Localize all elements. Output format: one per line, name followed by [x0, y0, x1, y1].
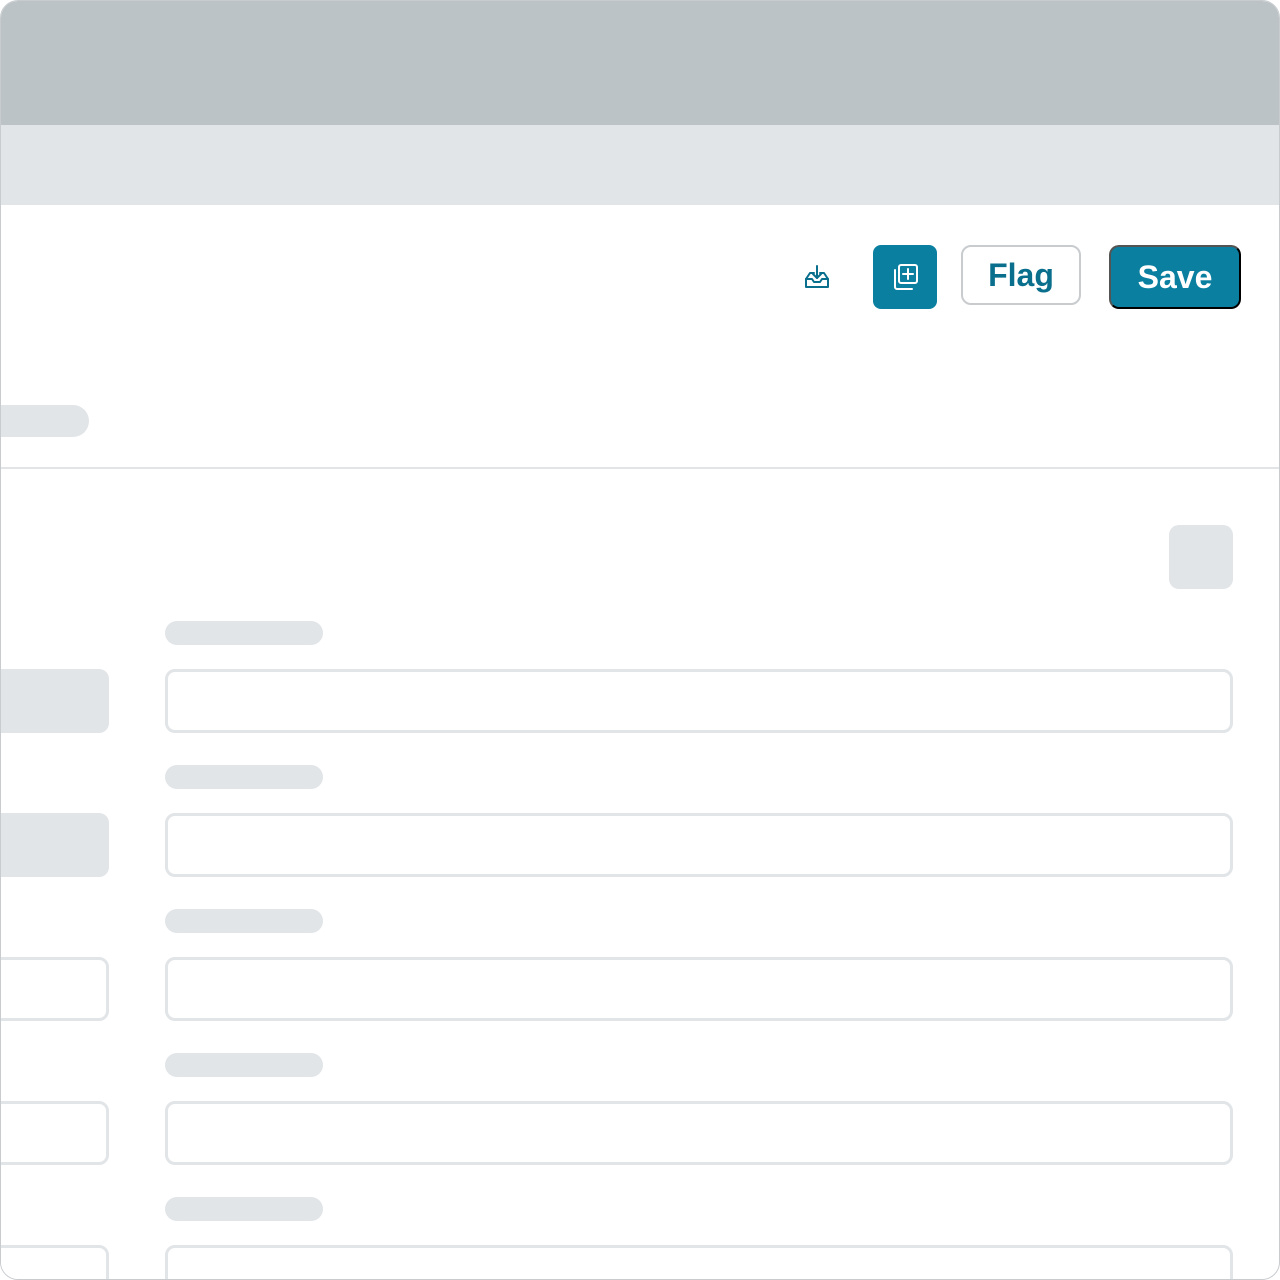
add-copy-icon	[894, 264, 918, 290]
text-field-2[interactable]	[165, 813, 1233, 877]
flag-button[interactable]: Flag	[961, 245, 1081, 305]
save-button[interactable]: Save	[1109, 245, 1241, 309]
title-placeholder	[1, 405, 89, 437]
field-label-placeholder	[165, 621, 323, 645]
side-field[interactable]	[1, 1245, 109, 1279]
import-button[interactable]	[785, 245, 849, 309]
section-action-placeholder	[1169, 525, 1233, 589]
text-field-4[interactable]	[165, 1101, 1233, 1165]
header-toolbar: Flag Save	[1, 205, 1279, 469]
field-label-placeholder	[165, 1197, 323, 1221]
field-label-placeholder	[165, 909, 323, 933]
nav-bar-placeholder	[1, 125, 1279, 205]
title-bar	[1, 1, 1279, 125]
tray-download-icon	[805, 265, 829, 288]
duplicate-button[interactable]	[873, 245, 937, 309]
text-field-1[interactable]	[165, 669, 1233, 733]
text-field-5[interactable]	[165, 1245, 1233, 1279]
side-field-placeholder	[1, 813, 109, 877]
field-label-placeholder	[165, 765, 323, 789]
field-label-placeholder	[165, 1053, 323, 1077]
side-field[interactable]	[1, 957, 109, 1021]
side-field[interactable]	[1, 1101, 109, 1165]
side-field-placeholder	[1, 669, 109, 733]
text-field-3[interactable]	[165, 957, 1233, 1021]
app-window: Flag Save	[0, 0, 1280, 1280]
